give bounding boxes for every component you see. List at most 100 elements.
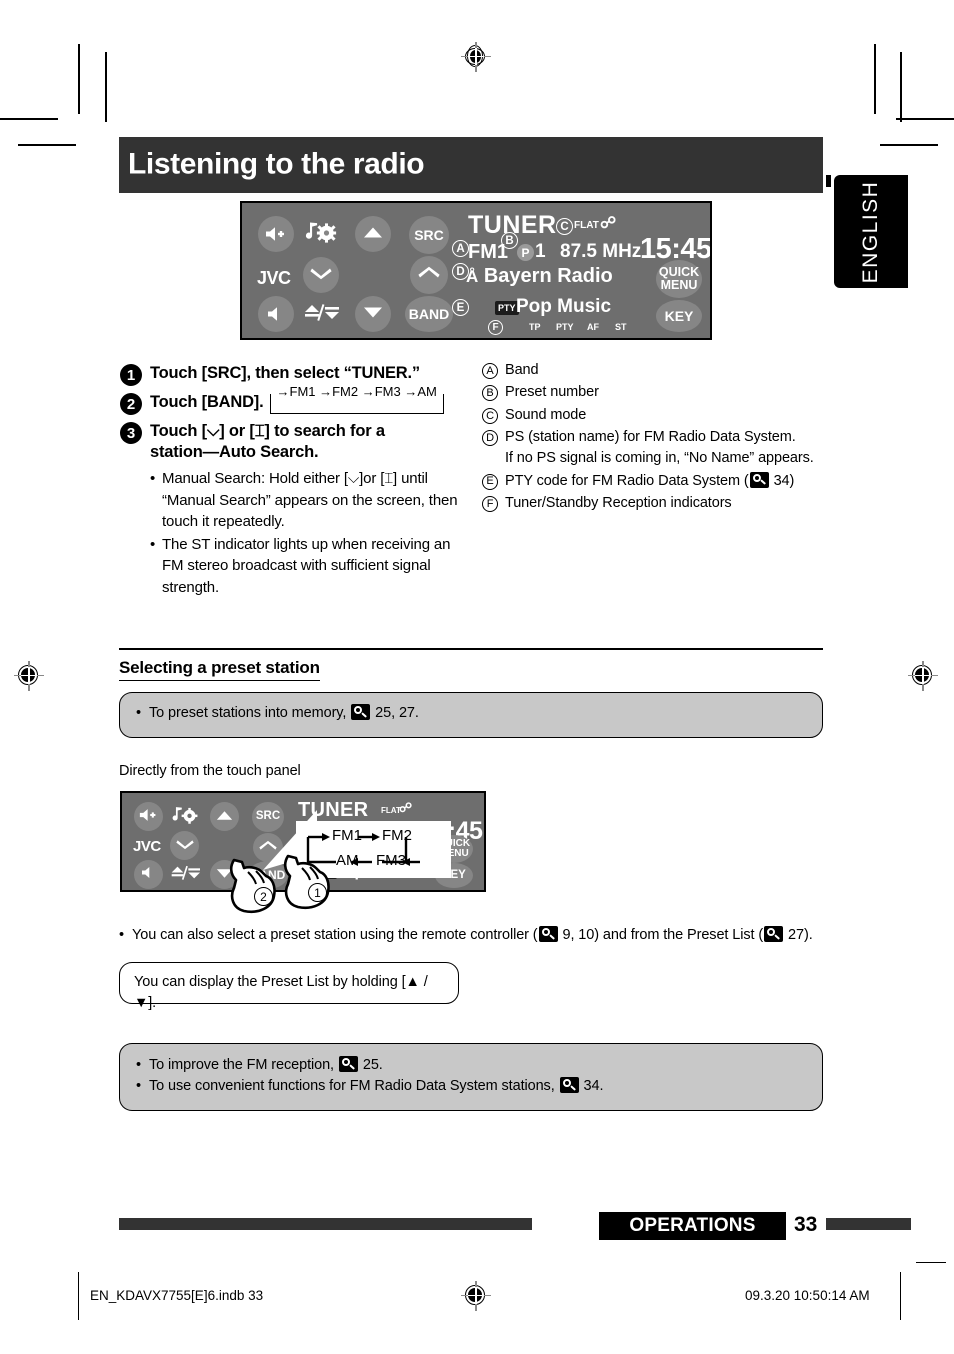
pty-badge: PTY — [495, 301, 519, 315]
footer-file-name: EN_KDAVX7755[E]6.indb 33 — [90, 1288, 264, 1303]
music-note-gear-icon — [304, 220, 338, 248]
legend-text-a: Band — [505, 362, 539, 378]
crop-mark-tr-v1 — [874, 44, 876, 114]
indicator-af: AF — [587, 322, 599, 332]
scroll-down-button[interactable] — [355, 296, 391, 332]
src-button-label: SRC — [414, 227, 444, 243]
magnifier-icon — [538, 926, 558, 942]
legend-mark-c: C — [482, 407, 498, 424]
preset-memory-note: • To preset stations into memory, 25, 27… — [119, 692, 823, 738]
volume-up-button-2[interactable] — [134, 802, 163, 831]
bottom-note-1-before: To improve the FM reception, — [149, 1057, 334, 1073]
band-cycle-chain: →FM1 →FM2 →FM3 →AM — [269, 383, 444, 414]
crop-mark-tl-h2 — [18, 144, 76, 146]
callout-A: A — [452, 240, 469, 257]
step-1: 1 Touch [SRC], then select “TUNER.” — [120, 363, 470, 386]
magnifier-icon — [764, 926, 784, 942]
remote-controller-note-bullet: • You can also select a preset station u… — [119, 925, 829, 945]
src-button[interactable]: SRC — [409, 216, 449, 254]
bullet-dot: • — [136, 705, 141, 721]
scroll-up-button-2[interactable] — [210, 802, 239, 831]
sound-menu-button[interactable] — [303, 216, 339, 252]
volume-down-button-2[interactable] — [134, 860, 163, 889]
bullet-dot: • — [150, 470, 156, 488]
page-title-banner: Listening to the radio — [119, 137, 823, 193]
magnifier-icon — [338, 1056, 358, 1072]
crop-mark-tl-v2 — [105, 52, 107, 122]
preset-memory-note-before: To preset stations into memory, — [149, 705, 347, 721]
legend-row-a: A Band — [482, 360, 822, 381]
screen-sound-mode-2: FLAT — [381, 806, 401, 815]
hand-pointer-1: 1 — [282, 854, 342, 917]
remote-controller-note: • You can also select a preset station u… — [119, 925, 829, 945]
legend-row-e: E PTY code for FM Radio Data System ( 34… — [482, 471, 822, 492]
screen-ps-name: Å Bayern Radio — [466, 265, 613, 287]
bullet-dot: • — [150, 536, 156, 554]
hand-pointer-2-number: 2 — [254, 887, 273, 906]
callout-B: B — [501, 232, 518, 249]
pty-badge-label: PTY — [498, 303, 516, 313]
eject-tilt-button-2[interactable] — [170, 860, 200, 889]
volume-down-icon — [141, 866, 156, 883]
hand-icon — [283, 854, 330, 910]
bottom-notes-box: • To improve the FM reception, 25. • To … — [119, 1043, 823, 1111]
chevron-down-button[interactable] — [303, 257, 339, 293]
key-button[interactable]: KEY — [656, 300, 702, 332]
preset-badge: P — [517, 244, 534, 261]
eject-tilt-button[interactable] — [303, 296, 339, 332]
chevron-up-button[interactable] — [410, 256, 448, 294]
triangle-up-icon — [363, 226, 383, 243]
preset-list-tip-box: You can display the Preset List by holdi… — [119, 962, 459, 1011]
crop-mark-tr-h2 — [880, 144, 938, 146]
step-2-label: Touch [BAND]. — [150, 393, 264, 411]
section-heading: Selecting a preset station — [119, 658, 320, 681]
magnifier-icon — [749, 471, 769, 488]
band-loop-fm2: FM2 — [382, 827, 412, 844]
sound-menu-button-2[interactable] — [170, 802, 199, 831]
legend-text-d-sub: If no PS signal is coming in, “No Name” … — [505, 450, 814, 467]
step-3-bullets: • Manual Search: Hold either [⌵]or [⌶] u… — [150, 468, 470, 598]
legend-mark-b: B — [482, 385, 498, 402]
remote-note-c: 27). — [788, 927, 813, 943]
legend-text-e-page: 34 — [773, 472, 790, 489]
crop-mark-tr-v2 — [900, 52, 902, 122]
quick-menu-button[interactable]: QUICK MENU — [656, 260, 702, 298]
footer-divider-left — [78, 1272, 80, 1320]
screen-frequency: 87.5 MHz — [560, 241, 642, 262]
chevron-down-icon — [175, 838, 194, 854]
bottom-note-2-before: To use convenient functions for FM Radio… — [149, 1078, 555, 1095]
preset-memory-note-inner: • To preset stations into memory, 25, 27… — [120, 693, 822, 734]
step-3-bullet-2-text: The ST indicator lights up when receivin… — [162, 536, 451, 596]
legend-text-c: Sound mode — [505, 406, 587, 423]
magnifier-icon — [351, 704, 371, 720]
band-loop-fm3: FM3 — [376, 852, 406, 869]
scroll-up-button[interactable] — [355, 216, 391, 252]
step-1-text: Touch [SRC], then select “TUNER.” — [150, 364, 420, 382]
triangle-down-icon — [363, 306, 383, 323]
language-tab-label: ENGLISH — [859, 180, 882, 283]
volume-up-button[interactable] — [258, 216, 294, 252]
instruction-steps: 1 Touch [SRC], then select “TUNER.” 2 To… — [120, 363, 470, 600]
chevron-down-button-2[interactable] — [170, 831, 199, 860]
crop-mark-tr-h1 — [896, 118, 954, 120]
hand-pointer-2: 2 — [228, 858, 288, 921]
step-3: 3 Touch [⌵] or [⌶] to search for a stati… — [120, 421, 470, 462]
volume-down-button[interactable] — [258, 296, 294, 332]
bottom-note-2: • To use convenient functions for FM Rad… — [136, 1076, 806, 1097]
bottom-note-1-page: 25. — [362, 1057, 383, 1073]
remote-note-a: You can also select a preset station usi… — [132, 927, 538, 943]
indicator-tp: TP — [529, 322, 541, 332]
manual-page: Listening to the radio ENGLISH JVC SRC B… — [0, 0, 954, 1354]
step-3-line2: station—Auto Search. — [150, 442, 319, 461]
page-title: Listening to the radio — [128, 147, 425, 181]
volume-up-icon — [265, 226, 287, 242]
footer-date: 09.3.20 10:50:14 AM — [745, 1288, 870, 1303]
bullet-dot: • — [136, 1078, 141, 1095]
footer-divider-right — [900, 1272, 902, 1320]
registration-mark-right — [908, 661, 938, 691]
legend-row-b: B Preset number — [482, 382, 822, 403]
band-loop-fm1: FM1 — [332, 827, 362, 844]
indicator-pty: PTY — [556, 322, 574, 332]
band-button[interactable]: BAND — [405, 296, 453, 332]
language-tab: ENGLISH — [834, 175, 908, 288]
